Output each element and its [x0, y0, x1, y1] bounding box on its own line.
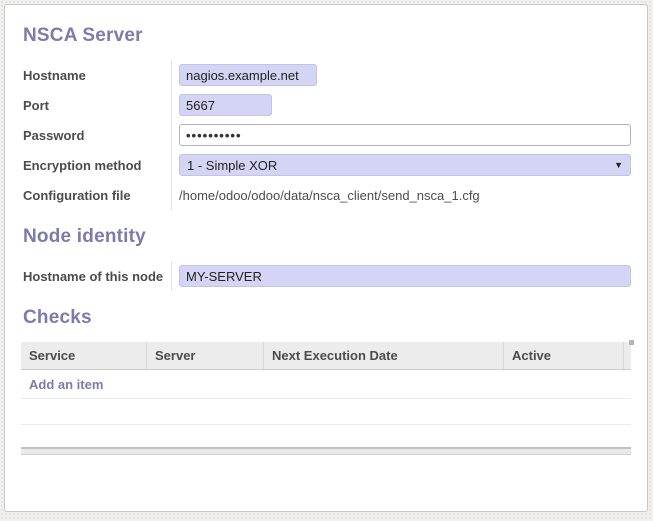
- encryption-method-selected-value: 1 - Simple XOR: [187, 158, 277, 173]
- column-header-spacer: [623, 342, 631, 369]
- node-hostname-label: Hostname of this node: [23, 269, 171, 284]
- checks-table: Service Server Next Execution Date Activ…: [21, 342, 631, 455]
- section-title-node-identity: Node identity: [23, 226, 631, 248]
- node-hostname-row: Hostname of this node: [23, 261, 631, 291]
- column-header-service[interactable]: Service: [21, 342, 146, 369]
- empty-table-row: [21, 399, 631, 425]
- empty-table-row: [21, 425, 631, 447]
- hostname-input[interactable]: [179, 64, 317, 86]
- encryption-method-label: Encryption method: [23, 158, 171, 173]
- password-row: Password: [23, 120, 631, 150]
- password-label: Password: [23, 128, 171, 143]
- add-item-row: Add an item: [21, 370, 631, 399]
- port-row: Port: [23, 90, 631, 120]
- screen: NSCA Server Hostname Port Password: [0, 0, 653, 521]
- section-title-checks: Checks: [23, 307, 631, 329]
- table-corner-handle: [629, 340, 634, 345]
- encryption-method-row: Encryption method 1 - Simple XOR ▼: [23, 150, 631, 180]
- configuration-file-value: /home/odoo/odoo/data/nsca_client/send_ns…: [179, 188, 480, 203]
- port-input[interactable]: [179, 94, 272, 116]
- node-identity-fields: Hostname of this node: [23, 261, 631, 291]
- node-hostname-input[interactable]: [179, 265, 631, 287]
- checks-table-header: Service Server Next Execution Date Activ…: [21, 342, 631, 370]
- horizontal-scrollbar[interactable]: [21, 447, 631, 455]
- column-header-next-execution-date[interactable]: Next Execution Date: [263, 342, 503, 369]
- form-sheet: NSCA Server Hostname Port Password: [4, 4, 648, 512]
- nsca-server-fields: Hostname Port Password Encryption method: [23, 60, 631, 210]
- hostname-label: Hostname: [23, 68, 171, 83]
- section-title-nsca-server: NSCA Server: [23, 25, 631, 47]
- encryption-method-select[interactable]: 1 - Simple XOR ▼: [179, 154, 631, 176]
- port-label: Port: [23, 98, 171, 113]
- chevron-down-icon: ▼: [614, 160, 623, 170]
- column-header-server[interactable]: Server: [146, 342, 263, 369]
- column-header-active[interactable]: Active: [503, 342, 623, 369]
- add-an-item-link[interactable]: Add an item: [29, 377, 103, 392]
- configuration-file-label: Configuration file: [23, 188, 171, 203]
- hostname-row: Hostname: [23, 60, 631, 90]
- configuration-file-row: Configuration file /home/odoo/odoo/data/…: [23, 180, 631, 210]
- password-input[interactable]: [179, 124, 631, 146]
